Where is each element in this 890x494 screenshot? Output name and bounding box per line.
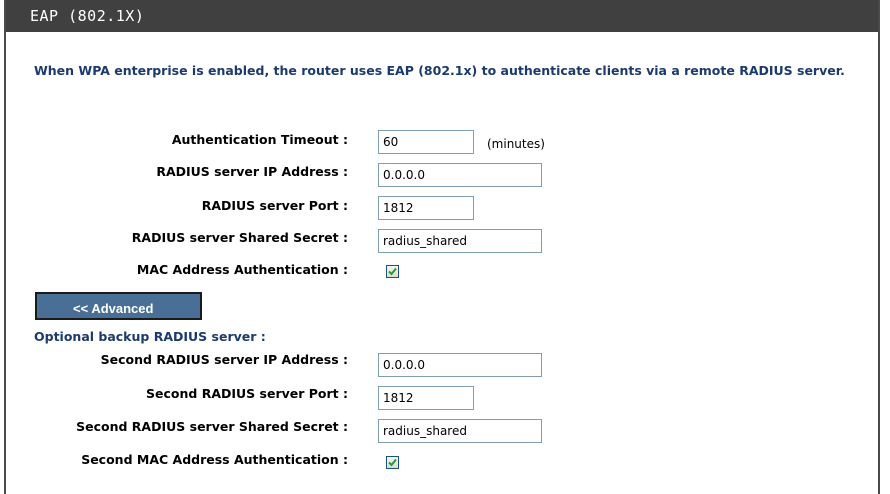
radius-ip-label: RADIUS server IP Address :	[156, 164, 348, 179]
advanced-button[interactable]: << Advanced	[35, 292, 202, 320]
auth-timeout-input[interactable]	[378, 130, 474, 154]
checkmark-icon	[388, 458, 397, 467]
mac-auth-label: MAC Address Authentication :	[136, 262, 348, 277]
section-title: EAP (802.1X)	[30, 7, 145, 25]
checkmark-icon	[388, 267, 397, 276]
second-radius-secret-label: Second RADIUS server Shared Secret :	[76, 419, 348, 434]
section-header: EAP (802.1X)	[6, 0, 878, 34]
auth-timeout-label: Authentication Timeout :	[171, 132, 348, 147]
radius-ip-input[interactable]	[378, 163, 542, 187]
second-mac-auth-checkbox[interactable]	[386, 456, 399, 469]
second-radius-port-input[interactable]	[378, 386, 474, 410]
radius-port-input[interactable]	[378, 196, 474, 220]
mac-auth-checkbox[interactable]	[386, 265, 399, 278]
second-radius-ip-input[interactable]	[378, 353, 542, 377]
timeout-unit: (minutes)	[487, 137, 545, 151]
second-radius-secret-input[interactable]	[378, 419, 542, 443]
eap-panel: EAP (802.1X) When WPA enterprise is enab…	[4, 0, 880, 494]
intro-text: When WPA enterprise is enabled, the rout…	[34, 63, 845, 78]
backup-section-title: Optional backup RADIUS server :	[34, 329, 266, 344]
radius-port-label: RADIUS server Port :	[201, 198, 348, 213]
radius-secret-input[interactable]	[378, 229, 542, 253]
second-radius-ip-label: Second RADIUS server IP Address :	[100, 352, 348, 367]
radius-secret-label: RADIUS server Shared Secret :	[131, 230, 348, 245]
second-radius-port-label: Second RADIUS server Port :	[146, 386, 348, 401]
second-mac-auth-label: Second MAC Address Authentication :	[81, 452, 348, 467]
